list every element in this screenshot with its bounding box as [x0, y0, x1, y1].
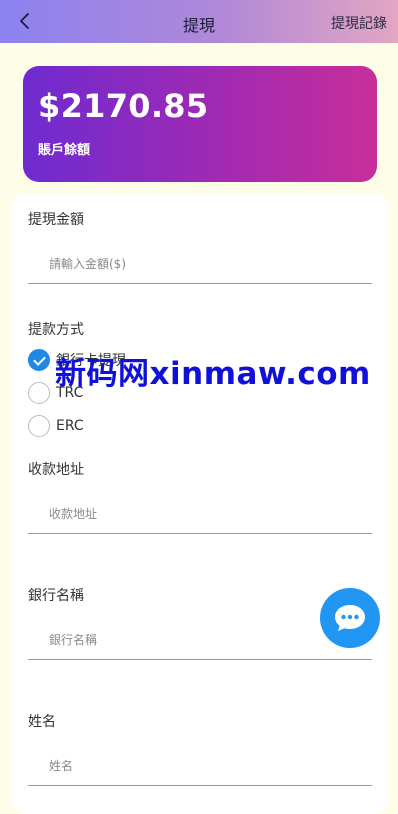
- withdraw-history-link[interactable]: 提現記錄: [331, 13, 387, 33]
- chat-button[interactable]: [320, 588, 380, 648]
- balance-card: $2170.85 賬戶餘額: [23, 66, 377, 182]
- watermark: 新码网xinmaw.com: [55, 356, 371, 392]
- radio-unchecked-icon: [28, 382, 50, 404]
- top-bar: 提現 提現記錄: [0, 0, 398, 43]
- chat-bubble-icon: [335, 605, 365, 631]
- balance-amount: $2170.85: [38, 87, 209, 125]
- name-label: 姓名: [28, 714, 56, 730]
- bank-label: 銀行名稱: [28, 588, 84, 604]
- address-input[interactable]: [28, 494, 372, 534]
- amount-input[interactable]: [28, 244, 372, 284]
- method-option-erc[interactable]: ERC: [28, 415, 84, 437]
- radio-unchecked-icon: [28, 415, 50, 437]
- radio-checked-icon: [28, 349, 50, 371]
- method-option-label: ERC: [56, 418, 84, 434]
- name-input[interactable]: [28, 746, 372, 786]
- amount-label: 提現金額: [28, 212, 84, 228]
- method-label: 提款方式: [28, 322, 84, 338]
- balance-label: 賬戶餘額: [38, 143, 91, 158]
- address-label: 收款地址: [28, 462, 84, 478]
